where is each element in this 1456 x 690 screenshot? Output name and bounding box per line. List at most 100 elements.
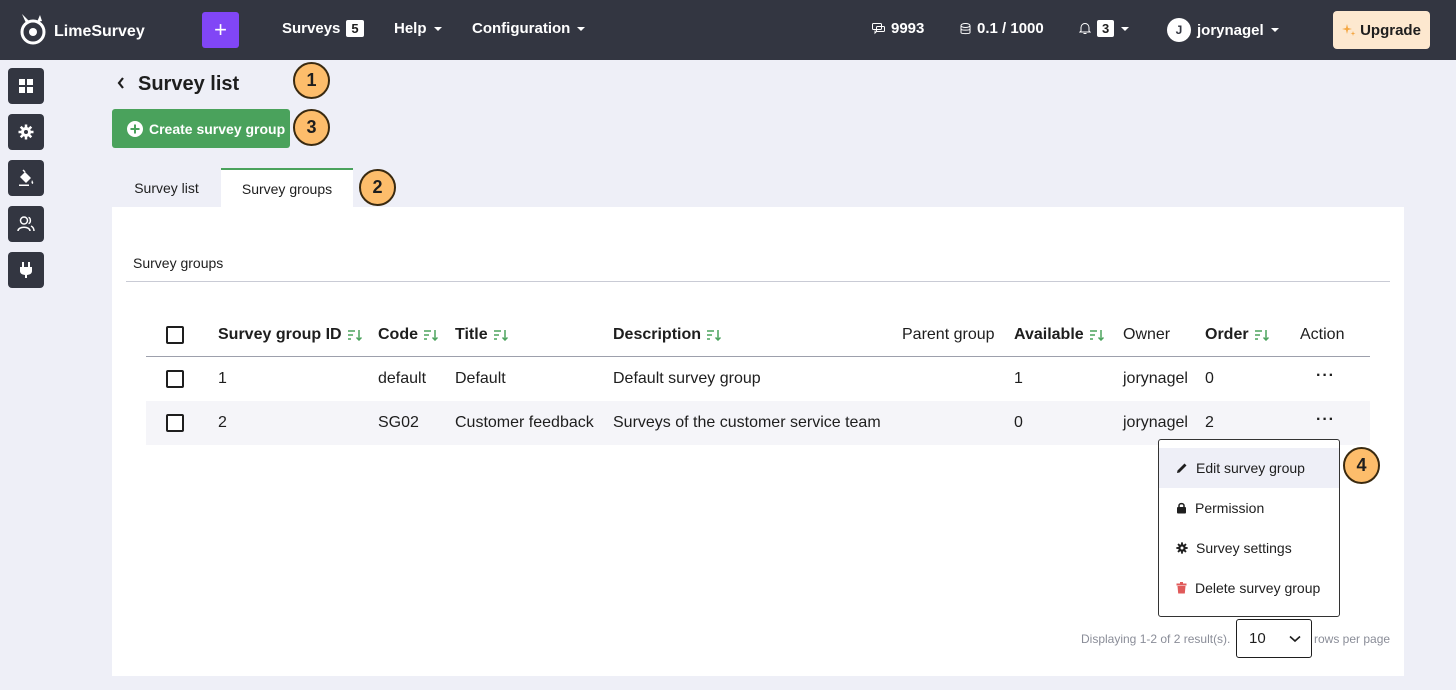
notifications-menu[interactable]: 3	[1079, 20, 1130, 37]
database-icon	[960, 22, 971, 34]
upgrade-button[interactable]: Upgrade	[1333, 11, 1430, 49]
callout-marker-4: 4	[1343, 447, 1380, 484]
header-code[interactable]: Code	[378, 313, 438, 357]
page-title: Survey list	[116, 73, 239, 96]
paint-bucket-icon	[19, 169, 34, 186]
chat-icon	[872, 22, 885, 34]
lock-icon	[1177, 502, 1186, 514]
pencil-icon	[1177, 463, 1187, 473]
header-label: Title	[455, 326, 488, 343]
callout-marker-1: 1	[293, 62, 330, 99]
header-label: Action	[1300, 326, 1345, 343]
upgrade-label: Upgrade	[1360, 21, 1421, 39]
storage-indicator[interactable]: 0.1 / 1000	[960, 20, 1044, 37]
menu-item-label: Permission	[1195, 500, 1265, 516]
chevron-down-icon	[1121, 26, 1130, 31]
page-size-value: 10	[1249, 630, 1266, 647]
cell-available: 1	[1014, 370, 1023, 387]
header-label: Owner	[1123, 326, 1171, 343]
row-checkbox[interactable]	[166, 414, 184, 432]
nav-configuration[interactable]: Configuration	[472, 20, 586, 37]
users-icon	[17, 216, 35, 232]
menu-item-label: Delete survey group	[1195, 580, 1321, 596]
menu-item-delete-survey-group[interactable]: Delete survey group	[1159, 568, 1339, 608]
header-label: Description	[613, 326, 702, 343]
cell-order: 0	[1205, 370, 1214, 387]
chevron-down-icon	[1289, 635, 1301, 642]
nav-configuration-label: Configuration	[472, 20, 571, 37]
sidebar-plugins-button[interactable]	[8, 252, 44, 288]
sidebar-dashboard-button[interactable]	[8, 68, 44, 104]
sidebar-theme-button[interactable]	[8, 160, 44, 196]
settings-icon	[18, 124, 34, 140]
sort-icon	[493, 330, 508, 341]
menu-item-survey-settings[interactable]: Survey settings	[1159, 528, 1339, 568]
surveys-count-badge: 5	[346, 20, 364, 37]
select-all-checkbox-cell	[166, 313, 184, 357]
tab-survey-groups[interactable]: Survey groups	[221, 168, 353, 208]
header-label: Available	[1014, 326, 1084, 343]
menu-item-label: Edit survey group	[1196, 460, 1305, 476]
responses-count: 9993	[891, 20, 925, 37]
section-divider	[126, 281, 1390, 282]
header-owner: Owner	[1123, 313, 1170, 357]
create-survey-group-button[interactable]: Create survey group	[112, 109, 290, 148]
limesurvey-logo[interactable]: LimeSurvey	[18, 12, 145, 46]
row-checkbox-cell	[166, 401, 184, 445]
pagination-suffix: rows per page	[1314, 632, 1391, 646]
sidebar-settings-button[interactable]	[8, 114, 44, 150]
tab-survey-list[interactable]: Survey list	[112, 168, 221, 208]
cell-description: Default survey group	[613, 370, 761, 387]
header-order[interactable]: Order	[1205, 313, 1269, 357]
gear-icon	[1176, 542, 1188, 554]
menu-item-edit-survey-group[interactable]: Edit survey group	[1159, 448, 1339, 488]
lime-logo-icon	[20, 14, 46, 45]
row-action-menu: Edit survey group Permission Survey sett…	[1158, 439, 1340, 617]
top-navbar: LimeSurvey + Surveys 5 Help Configuratio…	[0, 0, 1456, 60]
user-menu[interactable]: J jorynagel	[1167, 18, 1279, 42]
table-row: 1 default Default Default survey group 1…	[146, 357, 1370, 401]
responses-indicator[interactable]: 9993	[872, 20, 924, 37]
sparkle-icon	[1342, 24, 1356, 36]
row-checkbox[interactable]	[166, 370, 184, 388]
sidebar-users-button[interactable]	[8, 206, 44, 242]
section-label: Survey groups	[133, 255, 224, 271]
row-actions-button[interactable]: ···	[1316, 357, 1335, 401]
plus-icon: +	[214, 17, 227, 42]
notifications-count-badge: 3	[1097, 20, 1115, 37]
nav-help[interactable]: Help	[394, 20, 442, 37]
header-label: Code	[378, 326, 418, 343]
header-label: Survey group ID	[218, 326, 342, 343]
header-title[interactable]: Title	[455, 313, 508, 357]
nav-help-label: Help	[394, 20, 427, 37]
header-survey-group-id[interactable]: Survey group ID	[218, 313, 362, 357]
back-chevron-icon[interactable]	[116, 73, 126, 96]
more-icon: ···	[1316, 367, 1335, 384]
cell-available: 0	[1014, 414, 1023, 431]
menu-item-permission[interactable]: Permission	[1159, 488, 1339, 528]
avatar: J	[1167, 18, 1191, 42]
select-all-checkbox[interactable]	[166, 326, 184, 344]
chevron-down-icon	[577, 26, 586, 31]
app-name: LimeSurvey	[54, 23, 145, 40]
sort-icon	[1254, 330, 1269, 341]
trash-icon	[1176, 582, 1187, 594]
header-label: Order	[1205, 326, 1249, 343]
nav-surveys[interactable]: Surveys 5	[282, 20, 364, 37]
chevron-down-icon	[1270, 28, 1279, 32]
callout-marker-2: 2	[359, 169, 396, 206]
cell-code: default	[378, 370, 427, 387]
cell-code: SG02	[378, 414, 419, 431]
create-new-button[interactable]: +	[202, 12, 239, 48]
storage-usage: 0.1 / 1000	[977, 20, 1044, 37]
header-description[interactable]: Description	[613, 313, 722, 357]
sort-icon	[1089, 330, 1104, 341]
table-header: Survey group ID Code Title Description P…	[146, 313, 1370, 357]
chevron-down-icon	[433, 26, 442, 31]
sort-icon	[707, 330, 722, 341]
header-available[interactable]: Available	[1014, 313, 1104, 357]
sort-icon	[424, 330, 438, 341]
callout-marker-3: 3	[293, 109, 330, 146]
header-action: Action	[1300, 313, 1344, 357]
page-size-select[interactable]: 10	[1236, 619, 1312, 658]
